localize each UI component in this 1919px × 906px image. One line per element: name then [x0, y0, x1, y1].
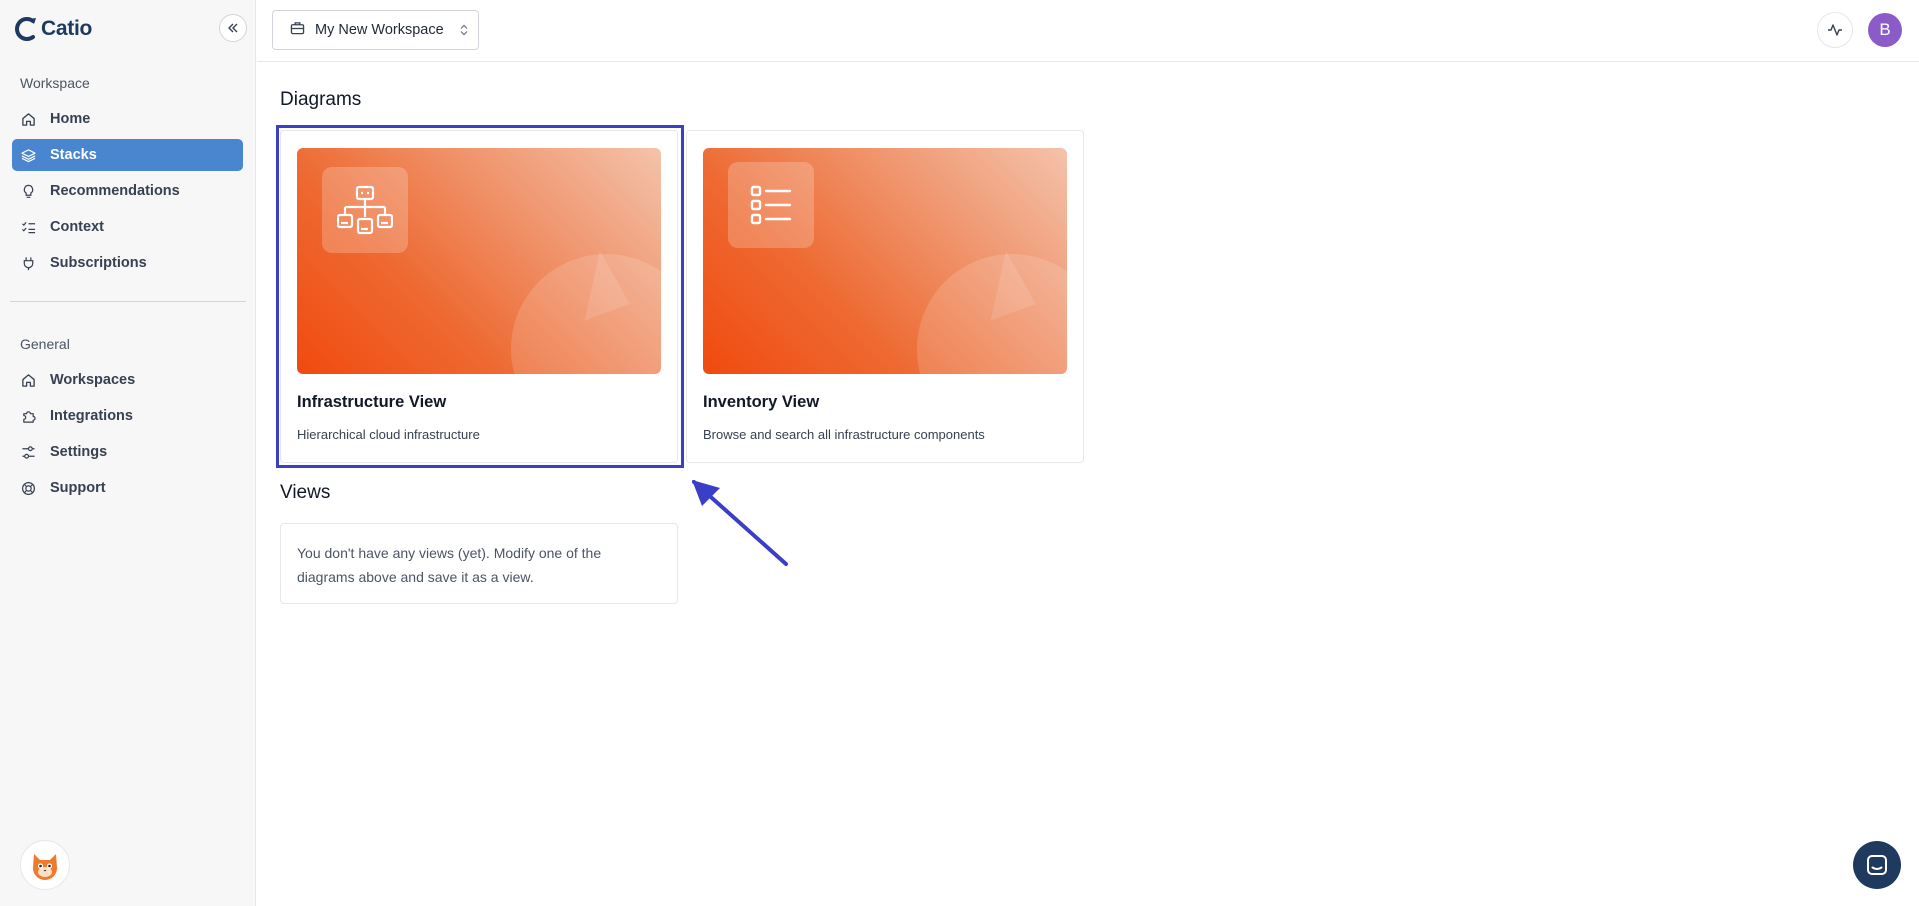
sidebar-item-label: Home: [50, 111, 91, 127]
sidebar-item-integrations[interactable]: Integrations: [12, 400, 243, 432]
sidebar-item-label: Settings: [50, 444, 108, 460]
section-label-workspace: Workspace: [20, 75, 90, 91]
sidebar-item-subscriptions[interactable]: Subscriptions: [12, 247, 243, 279]
sidebar-item-label: Integrations: [50, 408, 133, 424]
sidebar-item-label: Workspaces: [50, 372, 136, 388]
app-root: Catio Workspace Home Stacks Recommendati…: [0, 0, 1919, 906]
app-name: Catio: [41, 17, 93, 40]
chat-support-button[interactable]: [1853, 841, 1901, 889]
sidebar-item-label: Support: [50, 480, 106, 496]
top-bar: My New Workspace B: [257, 0, 1919, 62]
lightbulb-icon: [20, 183, 36, 199]
puzzle-icon: [20, 408, 36, 424]
home-icon: [20, 372, 36, 388]
sidebar-item-stacks[interactable]: Stacks: [12, 139, 243, 171]
views-heading: Views: [280, 482, 331, 503]
layers-icon: [20, 147, 36, 163]
activity-icon: [1828, 24, 1842, 36]
card-infrastructure-view[interactable]: Infrastructure View Hierarchical cloud i…: [280, 130, 678, 463]
briefcase-icon: [290, 21, 305, 39]
sidebar-item-label: Recommendations: [50, 183, 180, 199]
card-title: Inventory View: [703, 393, 820, 411]
sidebar-item-label: Subscriptions: [50, 255, 147, 271]
workspace-name: My New Workspace: [315, 22, 444, 38]
sidebar-item-support[interactable]: Support: [12, 472, 243, 504]
logo[interactable]: Catio: [14, 16, 92, 42]
lifebuoy-icon: [20, 480, 36, 496]
sidebar-item-home[interactable]: Home: [12, 103, 243, 135]
chevrons-left-icon: [228, 23, 238, 33]
sidebar-item-label: Stacks: [50, 147, 97, 163]
hierarchy-icon: [322, 167, 408, 253]
card-description: Hierarchical cloud infrastructure: [297, 427, 480, 442]
plug-icon: [20, 255, 36, 271]
views-empty-state: You don't have any views (yet). Modify o…: [280, 523, 678, 604]
section-label-general: General: [20, 336, 70, 352]
workspace-selector[interactable]: My New Workspace: [272, 10, 479, 50]
list-icon: [728, 162, 814, 248]
card-description: Browse and search all infrastructure com…: [703, 427, 985, 442]
card-thumbnail: [703, 148, 1067, 374]
home-icon: [20, 111, 36, 127]
user-avatar[interactable]: B: [1868, 13, 1902, 47]
sidebar-item-workspaces[interactable]: Workspaces: [12, 364, 243, 396]
card-thumbnail: [297, 148, 661, 374]
sidebar: Catio Workspace Home Stacks Recommendati…: [0, 0, 256, 906]
sliders-icon: [20, 444, 36, 460]
sidebar-divider: [10, 301, 246, 302]
card-inventory-view[interactable]: Inventory View Browse and search all inf…: [686, 130, 1084, 463]
diagrams-heading: Diagrams: [280, 89, 362, 110]
chevron-up-down-icon: [460, 24, 468, 36]
activity-button[interactable]: [1817, 12, 1853, 48]
sidebar-item-settings[interactable]: Settings: [12, 436, 243, 468]
catio-logo-icon: [14, 16, 38, 42]
checklist-icon: [20, 219, 36, 235]
card-title: Infrastructure View: [297, 393, 447, 411]
chat-icon: [1867, 855, 1887, 875]
collapse-sidebar-button[interactable]: [219, 14, 247, 42]
cat-mascot-icon: [33, 854, 57, 880]
sidebar-item-recommendations[interactable]: Recommendations: [12, 175, 243, 207]
mascot-avatar[interactable]: [20, 840, 70, 890]
sidebar-item-context[interactable]: Context: [12, 211, 243, 243]
annotation-arrow: [692, 480, 788, 566]
sidebar-item-label: Context: [50, 219, 104, 235]
